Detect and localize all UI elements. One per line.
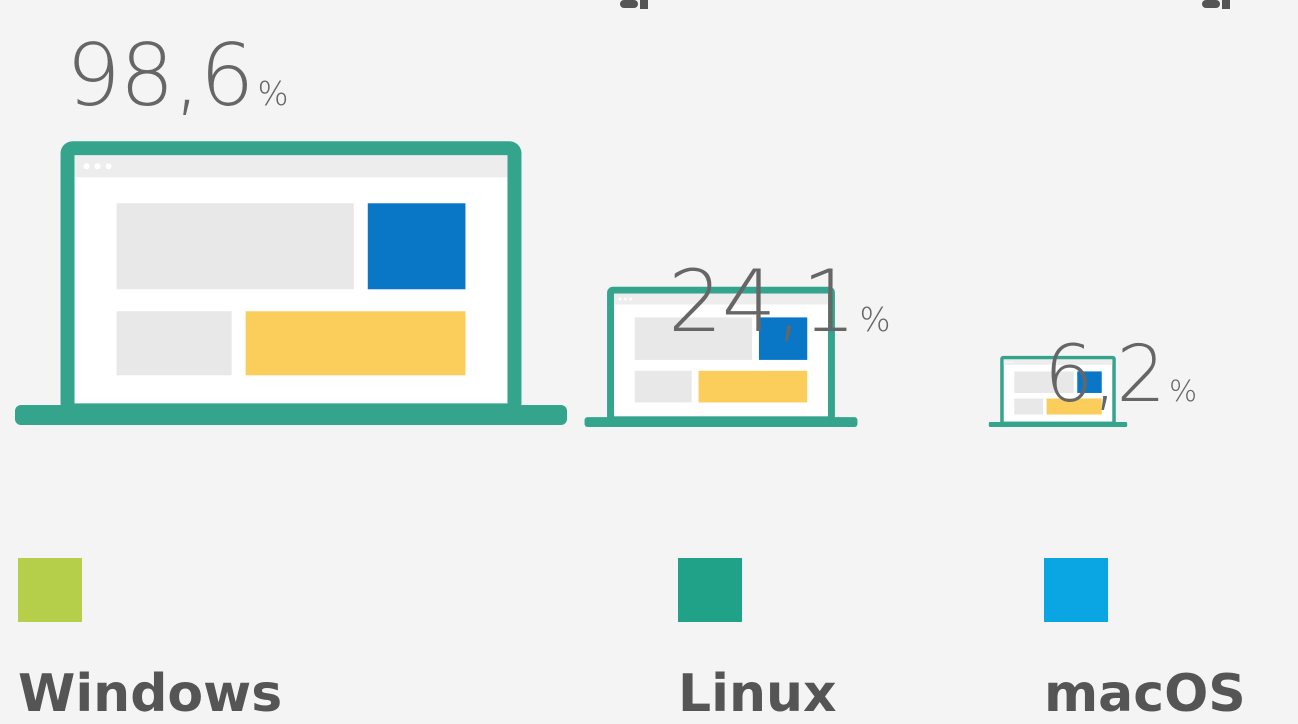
bar-windows: [15, 141, 567, 425]
value-label-macos: 6,2%: [1044, 330, 1197, 420]
category-label-linux: Linux: [678, 664, 837, 724]
legend-swatch-windows: [18, 558, 82, 622]
chart-stage: 98,6% 24,1% 6,2% Windows Linux macOS: [0, 0, 1298, 722]
category-label-windows: Windows: [18, 664, 283, 724]
value-label-linux: 24,1%: [668, 252, 891, 352]
category-label-macos: macOS: [1044, 664, 1246, 724]
legend-swatch-linux: [678, 558, 742, 622]
legend-swatch-macos: [1044, 558, 1108, 622]
